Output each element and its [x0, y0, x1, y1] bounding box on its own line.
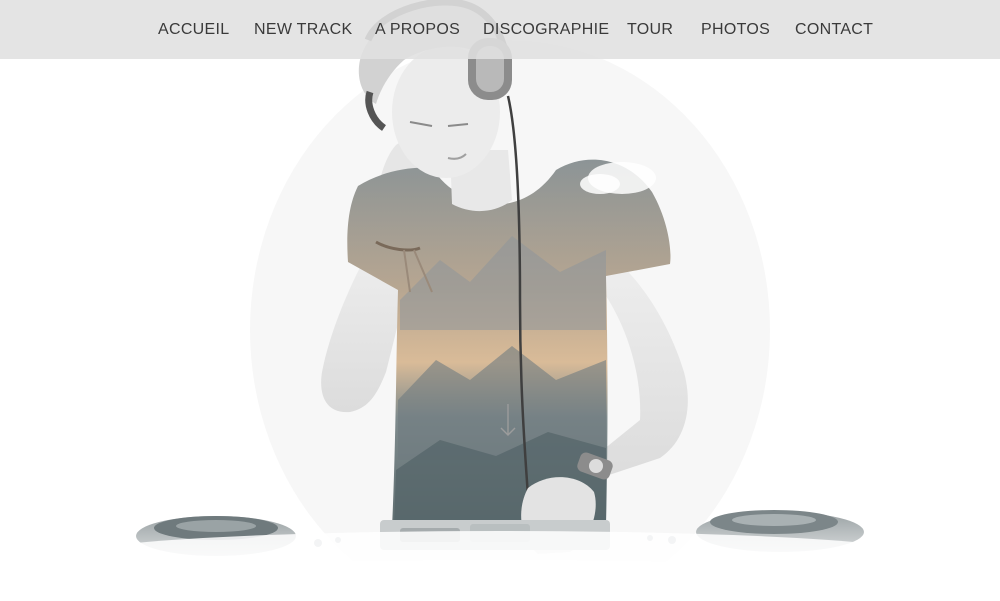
top-navigation-bar: ACCUEIL NEW TRACK A PROPOS DISCOGRAPHIE …: [0, 0, 1000, 59]
nav-menu: ACCUEIL NEW TRACK A PROPOS DISCOGRAPHIE …: [0, 0, 1000, 59]
arrow-down-icon[interactable]: [498, 403, 518, 437]
nav-item-photos[interactable]: PHOTOS: [701, 20, 770, 40]
hero-dj-image: [0, 0, 1000, 601]
nav-item-contact[interactable]: CONTACT: [795, 20, 873, 40]
nav-item-discographie[interactable]: DISCOGRAPHIE: [483, 20, 609, 40]
nav-item-accueil[interactable]: ACCUEIL: [158, 20, 229, 40]
nav-item-tour[interactable]: TOUR: [627, 20, 673, 40]
nav-item-a-propos[interactable]: A PROPOS: [375, 20, 460, 40]
nav-item-new-track[interactable]: NEW TRACK: [254, 20, 352, 40]
page: ACCUEIL NEW TRACK A PROPOS DISCOGRAPHIE …: [0, 0, 1000, 601]
